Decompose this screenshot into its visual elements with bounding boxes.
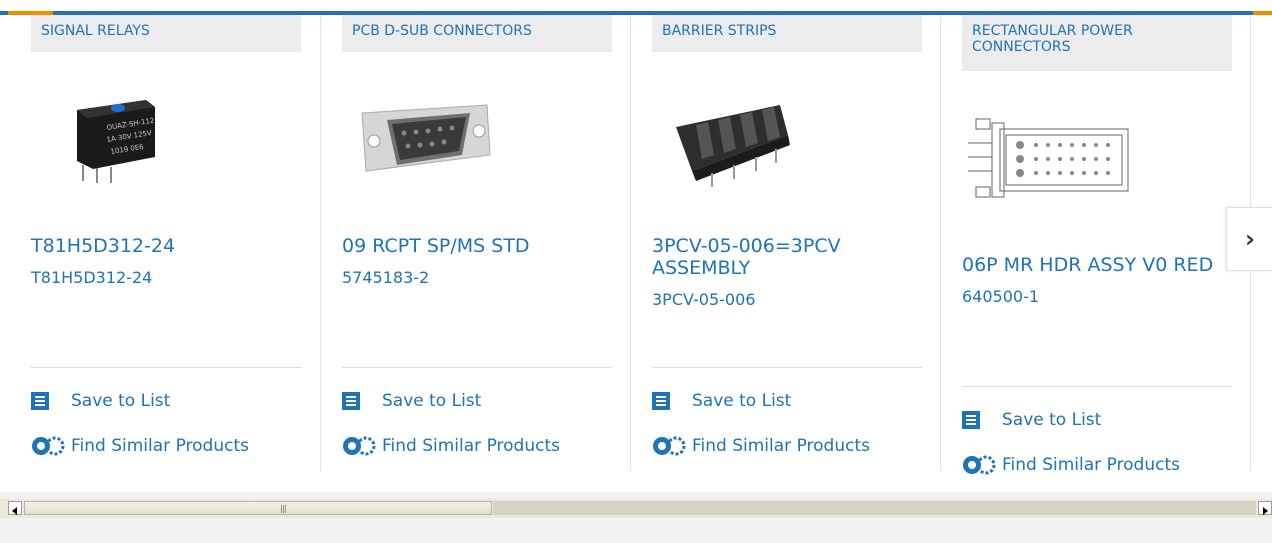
divider [652,367,922,368]
find-similar-label: Find Similar Products [692,436,870,456]
category-label[interactable]: SIGNAL RELAYS [31,15,301,52]
card-divider [630,15,631,471]
product-title-link[interactable]: T81H5D312-24 [31,235,311,257]
gears-icon [32,436,65,456]
save-to-list-label: Save to List [1002,410,1102,430]
checklist-icon [652,392,670,410]
save-to-list-button[interactable]: Save to List [652,391,791,411]
save-to-list-button[interactable]: Save to List [962,410,1101,430]
product-title-link[interactable]: 09 RCPT SP/MS STD [342,235,622,257]
product-carousel: SIGNAL RELAYS OUAZ-SH-112 1A 30V 125V 10… [0,15,1272,492]
find-similar-button[interactable]: Find Similar Products [31,435,249,457]
product-card: RECTANGULAR POWER CONNECTORS 06P MR HDR … [962,15,1232,492]
dsub-connector-image[interactable] [342,75,612,205]
grip-icon [281,505,287,513]
divider [962,386,1232,387]
carousel-next-button[interactable]: › [1226,207,1272,271]
find-similar-label: Find Similar Products [71,436,249,456]
save-to-list-label: Save to List [692,391,792,411]
find-similar-button[interactable]: Find Similar Products [652,435,870,457]
card-divider [940,15,941,471]
part-number-link[interactable]: 640500-1 [962,287,1039,306]
save-to-list-label: Save to List [71,391,171,411]
scrollbar-track[interactable] [493,501,1256,515]
barrier-strip-image[interactable] [652,75,922,205]
product-title-link[interactable]: 06P MR HDR ASSY V0 RED [962,254,1242,276]
find-similar-label: Find Similar Products [1002,455,1180,475]
divider [342,367,612,368]
find-similar-button[interactable]: Find Similar Products [342,435,560,457]
part-number-link[interactable]: T81H5D312-24 [31,268,152,287]
category-label[interactable]: BARRIER STRIPS [652,15,922,52]
product-card: PCB D-SUB CONNECTORS 09 RCPT SP/MS STD 5… [342,15,612,492]
checklist-icon [31,392,49,410]
chevron-right-icon: › [1245,225,1255,253]
find-similar-label: Find Similar Products [382,436,560,456]
product-title-link[interactable]: 3PCV-05-006=3PCV ASSEMBLY [652,235,892,279]
scroll-left-button[interactable] [8,501,22,515]
category-label[interactable]: RECTANGULAR POWER CONNECTORS [962,15,1232,71]
part-number-link[interactable]: 5745183-2 [342,268,429,287]
gears-icon [343,436,376,456]
product-card: SIGNAL RELAYS OUAZ-SH-112 1A 30V 125V 10… [31,15,301,492]
gears-icon [653,436,686,456]
divider [31,367,301,368]
scrollbar-thumb[interactable] [24,501,492,515]
checklist-icon [962,411,980,429]
find-similar-button[interactable]: Find Similar Products [962,454,1180,476]
power-connector-image[interactable] [962,95,1232,225]
part-number-link[interactable]: 3PCV-05-006 [652,290,755,309]
category-label[interactable]: PCB D-SUB CONNECTORS [342,15,612,52]
save-to-list-button[interactable]: Save to List [31,391,170,411]
signal-relay-image[interactable]: OUAZ-SH-112 1A 30V 125V 1019 0E6 [31,75,301,205]
horizontal-scrollbar[interactable] [0,499,1272,518]
top-accent-bar [0,0,1272,15]
save-to-list-button[interactable]: Save to List [342,391,481,411]
scroll-right-button[interactable] [1258,501,1272,515]
save-to-list-label: Save to List [382,391,482,411]
gears-icon [963,455,996,475]
checklist-icon [342,392,360,410]
card-divider [320,15,321,471]
product-card: BARRIER STRIPS 3PCV-05-006=3PCV ASSEMBLY… [652,15,922,492]
